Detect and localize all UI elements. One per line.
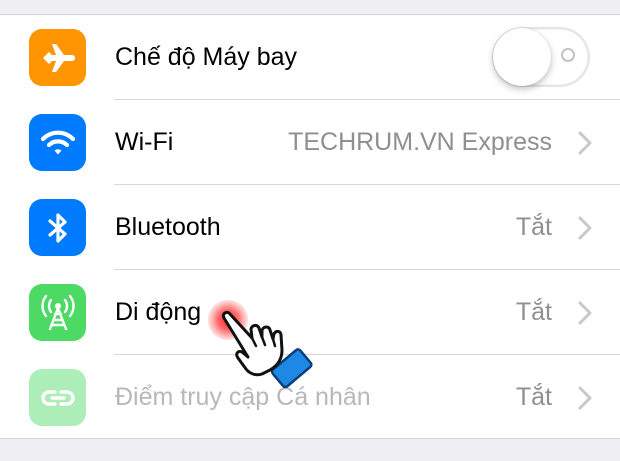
chevron-right-icon	[578, 131, 592, 155]
setting-row-bluetooth[interactable]: Bluetooth Tắt	[0, 185, 620, 270]
bluetooth-status: Tắt	[515, 213, 552, 241]
cellular-label: Di động	[115, 298, 202, 326]
wifi-network-name: TECHRUM.VN Express	[288, 128, 552, 156]
wifi-label: Wi-Fi	[115, 128, 174, 156]
chevron-right-icon	[578, 216, 592, 240]
setting-row-wifi[interactable]: Wi-Fi TECHRUM.VN Express	[0, 100, 620, 185]
airplane-mode-toggle[interactable]	[492, 27, 590, 87]
chevron-right-icon	[578, 301, 592, 325]
airplane-mode-label: Chế độ Máy bay	[115, 43, 298, 71]
bluetooth-icon	[29, 199, 86, 256]
airplane-icon	[29, 29, 86, 86]
settings-group: Chế độ Máy bay Wi-Fi TECHRUM.VN Express	[0, 14, 620, 439]
settings-screen: Chế độ Máy bay Wi-Fi TECHRUM.VN Express	[0, 0, 620, 461]
setting-row-airplane-mode[interactable]: Chế độ Máy bay	[0, 15, 620, 100]
setting-row-personal-hotspot[interactable]: Điểm truy cập Cá nhân Tắt	[0, 355, 620, 440]
toggle-off-indicator	[561, 48, 575, 62]
personal-hotspot-label: Điểm truy cập Cá nhân	[115, 383, 371, 411]
personal-hotspot-status: Tắt	[515, 383, 552, 411]
cellular-antenna-icon	[29, 284, 86, 341]
cellular-status: Tắt	[515, 298, 552, 326]
bluetooth-label: Bluetooth	[115, 213, 221, 241]
setting-row-cellular[interactable]: Di động Tắt	[0, 270, 620, 355]
toggle-knob[interactable]	[493, 28, 551, 86]
hotspot-link-icon	[29, 369, 86, 426]
chevron-right-icon	[578, 386, 592, 410]
wifi-icon	[29, 114, 86, 171]
